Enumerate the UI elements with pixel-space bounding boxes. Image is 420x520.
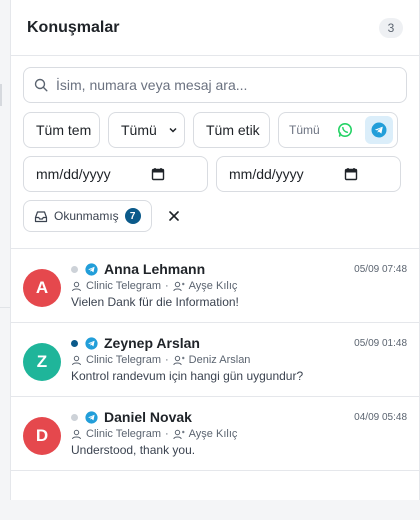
search-box[interactable]	[23, 67, 407, 103]
conversation-count-badge: 3	[379, 17, 403, 38]
separator-dot: ·	[165, 280, 169, 292]
telegram-icon	[85, 410, 98, 424]
calendar-icon[interactable]	[151, 167, 165, 181]
conversation-list: A Anna Lehmann 05/09 07:48 Clinic Telegr…	[11, 249, 419, 471]
user-icon	[72, 429, 81, 439]
separator-dot: ·	[165, 428, 169, 440]
unread-count-badge: 7	[124, 208, 141, 224]
avatar-initial: A	[35, 278, 49, 297]
telegram-icon	[371, 122, 387, 138]
account-name: Clinic Telegram	[86, 280, 161, 292]
user-icon	[72, 281, 81, 291]
left-strip-tick	[0, 84, 2, 106]
avatar: D	[23, 417, 61, 455]
filters-area: Tüm tem Tümü Tüm etik Tümü	[11, 56, 419, 249]
user-icon	[72, 355, 81, 365]
agent-name: Ayşe Kılıç	[188, 280, 238, 292]
panel-header: Konuşmalar 3	[11, 0, 419, 56]
status-select-value: Tümü	[121, 122, 157, 138]
inbox-icon	[34, 210, 48, 222]
telegram-icon	[85, 262, 98, 276]
list-item[interactable]: Z Zeynep Arslan 05/09 01:48 Clinic Teleg…	[11, 323, 419, 397]
avatar-initial: Z	[36, 352, 48, 371]
left-strip	[0, 0, 10, 520]
date-from-input[interactable]: mm/dd/yyyy	[23, 156, 208, 192]
unread-filter-label: Okunmamış	[54, 209, 119, 223]
search-icon	[34, 78, 48, 92]
channel-all-label[interactable]: Tümü	[289, 123, 325, 137]
whatsapp-filter-button[interactable]	[331, 116, 359, 144]
assigned-agent-icon	[172, 355, 185, 365]
list-item[interactable]: D Daniel Novak 04/09 05:48 Clinic Telegr…	[11, 397, 419, 471]
account-name: Clinic Telegram	[86, 354, 161, 366]
contact-name: Anna Lehmann	[104, 261, 206, 277]
bottom-strip	[0, 500, 420, 520]
contact-name: Daniel Novak	[104, 409, 192, 425]
account-name: Clinic Telegram	[86, 428, 161, 440]
conversation-content: Daniel Novak 04/09 05:48 Clinic Telegram…	[71, 409, 407, 470]
assigned-agent-icon	[172, 281, 185, 291]
status-select[interactable]: Tümü	[108, 112, 185, 148]
telegram-filter-button[interactable]	[365, 116, 393, 144]
unread-dot	[71, 413, 78, 421]
agent-name: Ayşe Kılıç	[188, 428, 238, 440]
conversations-panel: Konuşmalar 3 Tüm tem Tümü Tüm etik Tümü	[10, 0, 420, 500]
unread-dot	[71, 339, 78, 347]
left-strip-divider	[0, 307, 10, 308]
conversation-content: Zeynep Arslan 05/09 01:48 Clinic Telegra…	[71, 335, 407, 396]
separator-dot: ·	[165, 354, 169, 366]
tag-select-value: Tüm etik	[206, 122, 260, 138]
team-select[interactable]: Tüm tem	[23, 112, 100, 148]
message-time: 04/09 05:48	[354, 411, 407, 423]
date-to-value: mm/dd/yyyy	[229, 166, 304, 182]
agent-name: Deniz Arslan	[188, 354, 251, 366]
list-item[interactable]: A Anna Lehmann 05/09 07:48 Clinic Telegr…	[11, 249, 419, 323]
team-select-value: Tüm tem	[36, 122, 92, 138]
conversation-content: Anna Lehmann 05/09 07:48 Clinic Telegram…	[71, 261, 407, 322]
avatar-initial: D	[35, 426, 49, 445]
calendar-icon[interactable]	[344, 167, 358, 181]
chevron-down-icon	[169, 127, 177, 133]
message-preview: Kontrol randevum için hangi gün uygundur…	[71, 369, 304, 383]
channel-filter: Tümü	[278, 112, 398, 148]
telegram-icon	[85, 336, 98, 350]
date-from-value: mm/dd/yyyy	[36, 166, 111, 182]
contact-name: Zeynep Arslan	[104, 335, 200, 351]
date-to-input[interactable]: mm/dd/yyyy	[216, 156, 401, 192]
clear-filters-button[interactable]	[164, 206, 184, 226]
whatsapp-icon	[338, 123, 352, 137]
assigned-agent-icon	[172, 429, 185, 439]
close-icon	[168, 211, 179, 221]
message-preview: Vielen Dank für die Information!	[71, 295, 239, 309]
message-preview: Understood, thank you.	[71, 443, 196, 457]
message-time: 05/09 07:48	[354, 263, 407, 275]
page-title: Konuşmalar	[27, 18, 120, 36]
unread-dot	[71, 265, 78, 273]
message-time: 05/09 01:48	[354, 337, 407, 349]
search-input[interactable]	[56, 77, 386, 93]
avatar: A	[23, 269, 61, 307]
tag-select[interactable]: Tüm etik	[193, 112, 270, 148]
unread-filter-button[interactable]: Okunmamış 7	[23, 200, 152, 232]
avatar: Z	[23, 343, 61, 381]
